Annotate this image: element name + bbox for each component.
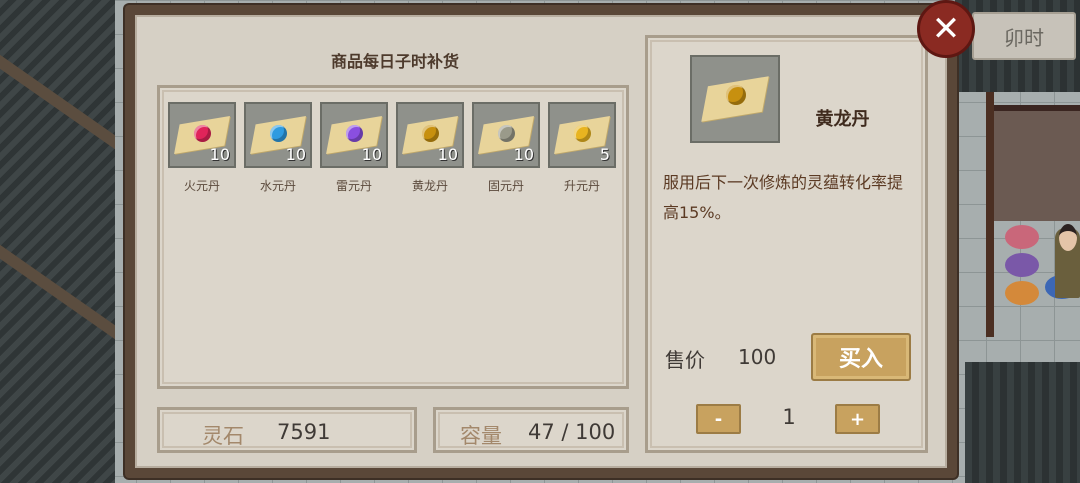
goods-slot-3[interactable]: 10 (396, 102, 464, 168)
pill-icon (270, 125, 287, 142)
basket (1005, 225, 1039, 249)
spirit-stone-value: 7591 (277, 420, 331, 444)
item-quantity: 10 (209, 145, 230, 164)
item-detail-panel (645, 35, 928, 453)
pill-icon (422, 125, 439, 142)
basket (1005, 253, 1039, 277)
capacity-value: 47 / 100 (528, 420, 616, 444)
roof-eave (0, 244, 115, 340)
price-label: 售价 (665, 348, 705, 372)
right-roof-lower (965, 362, 1080, 483)
selected-item-name: 黄龙丹 (815, 109, 870, 130)
restock-note: 商品每日子时补货 (330, 52, 459, 71)
capacity-box: 容量 47 / 100 (433, 407, 629, 453)
pill-icon (574, 125, 591, 142)
item-quantity: 10 (513, 145, 534, 164)
goods-slot-1[interactable]: 10 (244, 102, 312, 168)
item-name: 升元丹 (563, 179, 600, 193)
roof-eave (0, 54, 115, 150)
merchant-npc[interactable] (1055, 224, 1080, 298)
item-quantity: 5 (599, 145, 610, 164)
close-button[interactable]: ✕ (917, 0, 975, 58)
buy-button[interactable]: 买入 (811, 333, 911, 381)
goods-slot-2[interactable]: 10 (320, 102, 388, 168)
stall-post (986, 92, 994, 337)
left-roof (0, 0, 115, 483)
spirit-stone-label: 灵石 (202, 424, 244, 448)
pill-icon (194, 125, 211, 142)
goods-slot-5[interactable]: 5 (548, 102, 616, 168)
item-name: 雷元丹 (335, 179, 372, 193)
selected-item-description: 服用后下一次修炼的灵蕴转化率提高15%。 (663, 173, 904, 222)
item-quantity: 10 (285, 145, 306, 164)
pill-icon (498, 125, 515, 142)
close-icon: ✕ (931, 9, 961, 49)
spirit-stone-box: 灵石 7591 (157, 407, 417, 453)
basket (1005, 281, 1039, 305)
price-value: 100 (738, 345, 777, 369)
stall-canopy (994, 105, 1080, 221)
purchase-quantity: 1 (782, 405, 796, 429)
item-quantity: 10 (361, 145, 382, 164)
item-name: 黄龙丹 (411, 179, 448, 193)
capacity-label: 容量 (460, 424, 502, 448)
selected-item-icon (690, 55, 780, 143)
pill-icon (346, 125, 363, 142)
pill-icon (726, 85, 746, 105)
item-name: 固元丹 (487, 179, 524, 193)
item-quantity: 10 (437, 145, 458, 164)
goods-slot-0[interactable]: 10 (168, 102, 236, 168)
item-name: 火元丹 (183, 179, 220, 193)
decrease-quantity-button[interactable]: - (696, 404, 741, 434)
time-indicator: 卯时 (972, 12, 1076, 60)
goods-slot-4[interactable]: 10 (472, 102, 540, 168)
increase-quantity-button[interactable]: + (835, 404, 880, 434)
item-name: 水元丹 (259, 179, 296, 193)
